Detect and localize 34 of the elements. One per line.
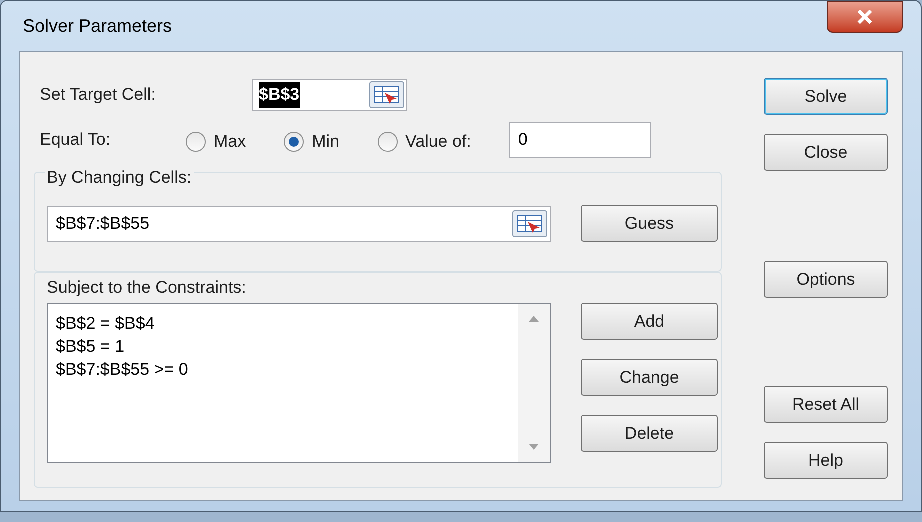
- close-button[interactable]: [827, 1, 903, 33]
- changing-cells-field[interactable]: $B$7:$B$55: [47, 206, 551, 242]
- constraints-list[interactable]: $B$2 = $B$4 $B$5 = 1 $B$7:$B$55 >= 0: [47, 303, 551, 463]
- close-icon: [857, 10, 873, 24]
- dialog-button[interactable]: Options: [764, 261, 888, 298]
- field-label: Equal To:: [40, 129, 112, 152]
- list-item[interactable]: $B$2 = $B$4: [56, 312, 518, 335]
- dialog-button[interactable]: Reset All: [764, 386, 888, 423]
- field-label: Set Target Cell:: [40, 84, 157, 106]
- field-value: $B$7:$B$55: [56, 212, 150, 235]
- target-cell-field[interactable]: $B$3: [252, 79, 407, 111]
- field-value: $B$3: [259, 82, 300, 108]
- dialog-button[interactable]: Change: [581, 359, 718, 396]
- list-item[interactable]: $B$7:$B$55 >= 0: [56, 358, 518, 381]
- radio-option[interactable]: Max: [186, 129, 246, 155]
- scroll-up-icon[interactable]: [529, 316, 539, 322]
- scroll-down-icon[interactable]: [529, 444, 539, 450]
- window-title: Solver Parameters: [22, 14, 172, 38]
- dialog-button[interactable]: Guess: [581, 205, 718, 242]
- value-field[interactable]: 0: [509, 122, 652, 158]
- radio-option[interactable]: Value of:: [378, 129, 472, 155]
- radio-button[interactable]: [284, 132, 304, 152]
- dialog-button[interactable]: Close: [764, 134, 888, 171]
- radio-button[interactable]: [378, 132, 398, 152]
- scrollbar[interactable]: [518, 304, 550, 462]
- range-select-icon[interactable]: [512, 210, 548, 238]
- dialog-button[interactable]: Solve: [764, 78, 888, 115]
- dialog-button[interactable]: Help: [764, 442, 888, 479]
- dialog-button[interactable]: Add: [581, 303, 718, 340]
- radio-option[interactable]: Min: [284, 129, 340, 155]
- radio-button[interactable]: [186, 132, 206, 152]
- dialog-button[interactable]: Delete: [581, 415, 718, 452]
- range-select-icon[interactable]: [369, 81, 405, 109]
- list-item[interactable]: $B$5 = 1: [56, 335, 518, 358]
